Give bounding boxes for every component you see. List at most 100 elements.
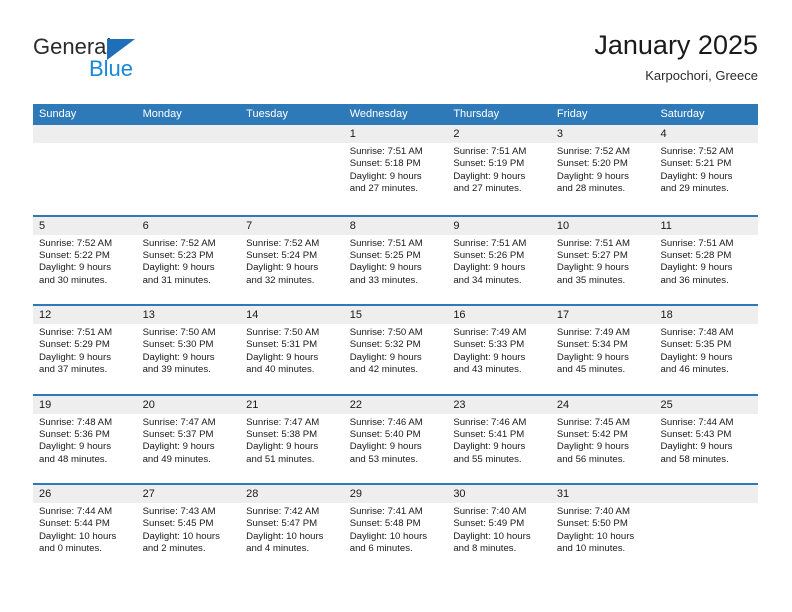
day-details: Sunrise: 7:48 AM Sunset: 5:36 PM Dayligh… [33,414,137,467]
day-cell[interactable]: 7 Sunrise: 7:52 AM Sunset: 5:24 PM Dayli… [240,216,344,304]
sunset-text: Sunset: 5:21 PM [660,158,732,170]
day-cell[interactable]: 17 Sunrise: 7:49 AM Sunset: 5:34 PM Dayl… [550,306,655,394]
day-details: Sunrise: 7:40 AM Sunset: 5:50 PM Dayligh… [551,503,655,556]
daylight-text-line2: and 32 minutes. [246,274,315,286]
day-cell[interactable]: 15 Sunrise: 7:50 AM Sunset: 5:32 PM Dayl… [343,306,448,394]
sunrise-text: Sunrise: 7:47 AM [142,416,216,428]
day-details: Sunrise: 7:52 AM Sunset: 5:23 PM Dayligh… [137,235,241,288]
sunrise-text: Sunrise: 7:46 AM [453,416,527,428]
sunset-text: Sunset: 5:43 PM [660,428,732,440]
day-details: Sunrise: 7:48 AM Sunset: 5:35 PM Dayligh… [654,324,758,377]
day-cell[interactable]: 31 Sunrise: 7:40 AM Sunset: 5:50 PM Dayl… [550,485,655,573]
daylight-text-line2: and 31 minutes. [142,274,211,286]
day-cell[interactable]: 27 Sunrise: 7:43 AM Sunset: 5:45 PM Dayl… [136,485,241,573]
daylight-text-line2: and 39 minutes. [142,364,211,376]
day-cell[interactable]: 13 Sunrise: 7:50 AM Sunset: 5:30 PM Dayl… [136,306,241,394]
day-details: Sunrise: 7:50 AM Sunset: 5:30 PM Dayligh… [137,324,241,377]
daylight-text-line2: and 27 minutes. [349,183,419,195]
day-details: Sunrise: 7:51 AM Sunset: 5:28 PM Dayligh… [654,235,758,288]
weekday-header-row: Sunday Monday Tuesday Wednesday Thursday… [33,104,758,125]
sunrise-text: Sunrise: 7:44 AM [660,416,734,428]
sunrise-text: Sunrise: 7:51 AM [556,237,630,249]
sunrise-text: Sunrise: 7:48 AM [39,416,113,428]
sunset-text: Sunset: 5:42 PM [556,428,628,440]
day-cell[interactable]: 12 Sunrise: 7:51 AM Sunset: 5:29 PM Dayl… [33,306,137,394]
day-cell[interactable]: 5 Sunrise: 7:52 AM Sunset: 5:22 PM Dayli… [33,216,137,304]
day-cell[interactable]: 16 Sunrise: 7:49 AM Sunset: 5:33 PM Dayl… [447,306,551,394]
daylight-text-line2: and 45 minutes. [556,364,626,376]
weekday-header-thursday: Thursday [453,108,500,120]
sunset-text: Sunset: 5:36 PM [39,428,110,440]
day-cell[interactable]: 30 Sunrise: 7:40 AM Sunset: 5:49 PM Dayl… [447,485,551,573]
page-subtitle-location: Karpochori, Greece [645,68,758,83]
day-cell[interactable]: 28 Sunrise: 7:42 AM Sunset: 5:47 PM Dayl… [240,485,344,573]
day-number: 30 [447,485,551,503]
day-cell[interactable]: 2 Sunrise: 7:51 AM Sunset: 5:19 PM Dayli… [447,125,551,215]
sunset-text: Sunset: 5:25 PM [349,249,421,261]
sunset-text: Sunset: 5:37 PM [142,428,214,440]
day-cell[interactable]: 9 Sunrise: 7:51 AM Sunset: 5:26 PM Dayli… [447,216,551,304]
day-number: 13 [136,306,241,324]
week-row: 26 Sunrise: 7:44 AM Sunset: 5:44 PM Dayl… [33,483,759,573]
daylight-text-line1: Daylight: 9 hours [246,351,319,363]
day-cell[interactable]: 19 Sunrise: 7:48 AM Sunset: 5:36 PM Dayl… [33,395,137,483]
day-cell[interactable]: 6 Sunrise: 7:52 AM Sunset: 5:23 PM Dayli… [136,216,241,304]
daylight-text-line1: Daylight: 9 hours [453,262,526,274]
day-number: 15 [343,306,448,324]
sunset-text: Sunset: 5:19 PM [453,158,525,170]
daylight-text-line2: and 58 minutes. [660,453,729,465]
daylight-text-line2: and 27 minutes. [453,183,522,195]
day-details: Sunrise: 7:42 AM Sunset: 5:47 PM Dayligh… [240,503,344,556]
sunrise-text: Sunrise: 7:52 AM [39,237,113,249]
day-cell[interactable]: 3 Sunrise: 7:52 AM Sunset: 5:20 PM Dayli… [550,125,655,215]
day-cell[interactable]: 11 Sunrise: 7:51 AM Sunset: 5:28 PM Dayl… [654,216,759,304]
daylight-text-line2: and 33 minutes. [349,274,419,286]
sunset-text: Sunset: 5:50 PM [556,518,628,530]
day-details: Sunrise: 7:49 AM Sunset: 5:34 PM Dayligh… [551,324,655,377]
day-cell[interactable]: 8 Sunrise: 7:51 AM Sunset: 5:25 PM Dayli… [343,216,448,304]
day-cell[interactable]: 21 Sunrise: 7:47 AM Sunset: 5:38 PM Dayl… [240,395,344,483]
sunrise-text: Sunrise: 7:46 AM [349,416,423,428]
sunrise-text: Sunrise: 7:42 AM [246,506,320,517]
sunset-text: Sunset: 5:33 PM [453,339,525,351]
day-details: Sunrise: 7:46 AM Sunset: 5:40 PM Dayligh… [344,414,448,467]
day-cell[interactable]: 22 Sunrise: 7:46 AM Sunset: 5:40 PM Dayl… [343,395,448,483]
page-title: January 2025 [594,30,758,60]
sunrise-text: Sunrise: 7:51 AM [453,237,527,249]
day-cell[interactable]: 25 Sunrise: 7:44 AM Sunset: 5:43 PM Dayl… [654,395,759,483]
sunrise-text: Sunrise: 7:51 AM [349,237,423,249]
day-number: 27 [136,485,241,503]
generalblue-logo[interactable]: General Blue [33,36,213,88]
sunset-text: Sunset: 5:23 PM [142,249,214,261]
day-cell[interactable]: 1 Sunrise: 7:51 AM Sunset: 5:18 PM Dayli… [343,125,448,215]
sunset-text: Sunset: 5:44 PM [39,518,110,530]
day-number: 7 [240,216,344,235]
daylight-text-line1: Daylight: 9 hours [349,262,422,274]
sunrise-text: Sunrise: 7:52 AM [142,237,216,249]
sunrise-text: Sunrise: 7:51 AM [660,237,734,249]
day-number: 29 [343,485,448,503]
day-number: 19 [33,395,137,414]
sunrise-text: Sunrise: 7:40 AM [453,506,527,517]
day-cell[interactable]: 20 Sunrise: 7:47 AM Sunset: 5:37 PM Dayl… [136,395,241,483]
sunset-text: Sunset: 5:40 PM [349,428,421,440]
day-cell[interactable]: 26 Sunrise: 7:44 AM Sunset: 5:44 PM Dayl… [33,485,137,573]
day-number: 2 [447,125,551,143]
day-cell[interactable]: 24 Sunrise: 7:45 AM Sunset: 5:42 PM Dayl… [550,395,655,483]
day-cell[interactable]: 29 Sunrise: 7:41 AM Sunset: 5:48 PM Dayl… [343,485,448,573]
calendar-page: General Blue January 2025 Karpochori, Gr… [0,0,792,612]
day-cell[interactable]: 14 Sunrise: 7:50 AM Sunset: 5:31 PM Dayl… [240,306,344,394]
sunset-text: Sunset: 5:38 PM [246,428,318,440]
day-cell[interactable]: 10 Sunrise: 7:51 AM Sunset: 5:27 PM Dayl… [550,216,655,304]
daylight-text-line1: Daylight: 10 hours [142,530,220,542]
daylight-text-line2: and 8 minutes. [453,543,517,555]
day-cell[interactable]: 23 Sunrise: 7:46 AM Sunset: 5:41 PM Dayl… [447,395,551,483]
day-number: 1 [343,125,448,143]
day-cell[interactable]: 4 Sunrise: 7:52 AM Sunset: 5:21 PM Dayli… [654,125,759,215]
sunset-text: Sunset: 5:32 PM [349,339,421,351]
sunset-text: Sunset: 5:26 PM [453,249,525,261]
day-cell [654,485,759,573]
day-details: Sunrise: 7:52 AM Sunset: 5:21 PM Dayligh… [654,143,758,196]
day-number: 18 [654,306,759,324]
day-cell[interactable]: 18 Sunrise: 7:48 AM Sunset: 5:35 PM Dayl… [654,306,759,394]
